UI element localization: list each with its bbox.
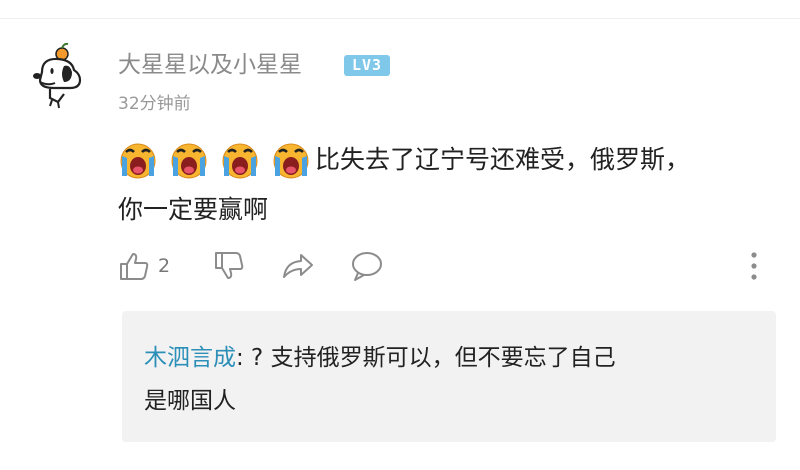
- comment-text: 比失去了辽宁号还难受，俄罗斯，: [315, 145, 691, 174]
- reply-text: : ? 支持俄罗斯可以，但不要忘了自己: [236, 345, 616, 371]
- level-badge: LV3: [344, 55, 390, 76]
- like-count: 2: [158, 255, 171, 277]
- speech-bubble-icon: [352, 252, 382, 281]
- crying-face-icon: [273, 143, 309, 179]
- crying-face-icon: [171, 143, 207, 179]
- share-button[interactable]: [281, 249, 315, 283]
- comment-text: 你一定要赢啊: [118, 195, 269, 224]
- comment-thread: 大星星以及小星星 LV3 32分钟前 比失去了辽宁号还难受，俄罗斯， 你一定要赢…: [0, 0, 800, 470]
- reply-button[interactable]: [350, 249, 384, 283]
- reply-box[interactable]: 木泗言成: ? 支持俄罗斯可以，但不要忘了自己 是哪国人: [122, 311, 776, 442]
- crying-face-icon: [222, 143, 258, 179]
- reply-line1: 木泗言成: ? 支持俄罗斯可以，但不要忘了自己: [144, 340, 616, 376]
- like-button[interactable]: 2: [118, 249, 170, 283]
- crying-face-icon: [120, 143, 156, 179]
- more-options-button[interactable]: [746, 249, 762, 283]
- reply-author[interactable]: 木泗言成: [144, 345, 236, 371]
- vertical-dots-icon: [751, 252, 757, 280]
- share-arrow-icon: [283, 254, 313, 278]
- thumbs-up-icon: [120, 253, 149, 280]
- timestamp: 32分钟前: [118, 94, 191, 114]
- reply-text: 是哪国人: [144, 388, 236, 414]
- divider: [0, 18, 800, 19]
- avatar[interactable]: [28, 42, 90, 112]
- username[interactable]: 大星星以及小星星: [118, 50, 302, 80]
- comment-body-line1: 比失去了辽宁号还难受，俄罗斯，: [118, 138, 690, 182]
- thumbs-down-icon: [215, 252, 244, 279]
- dislike-button[interactable]: [213, 249, 245, 283]
